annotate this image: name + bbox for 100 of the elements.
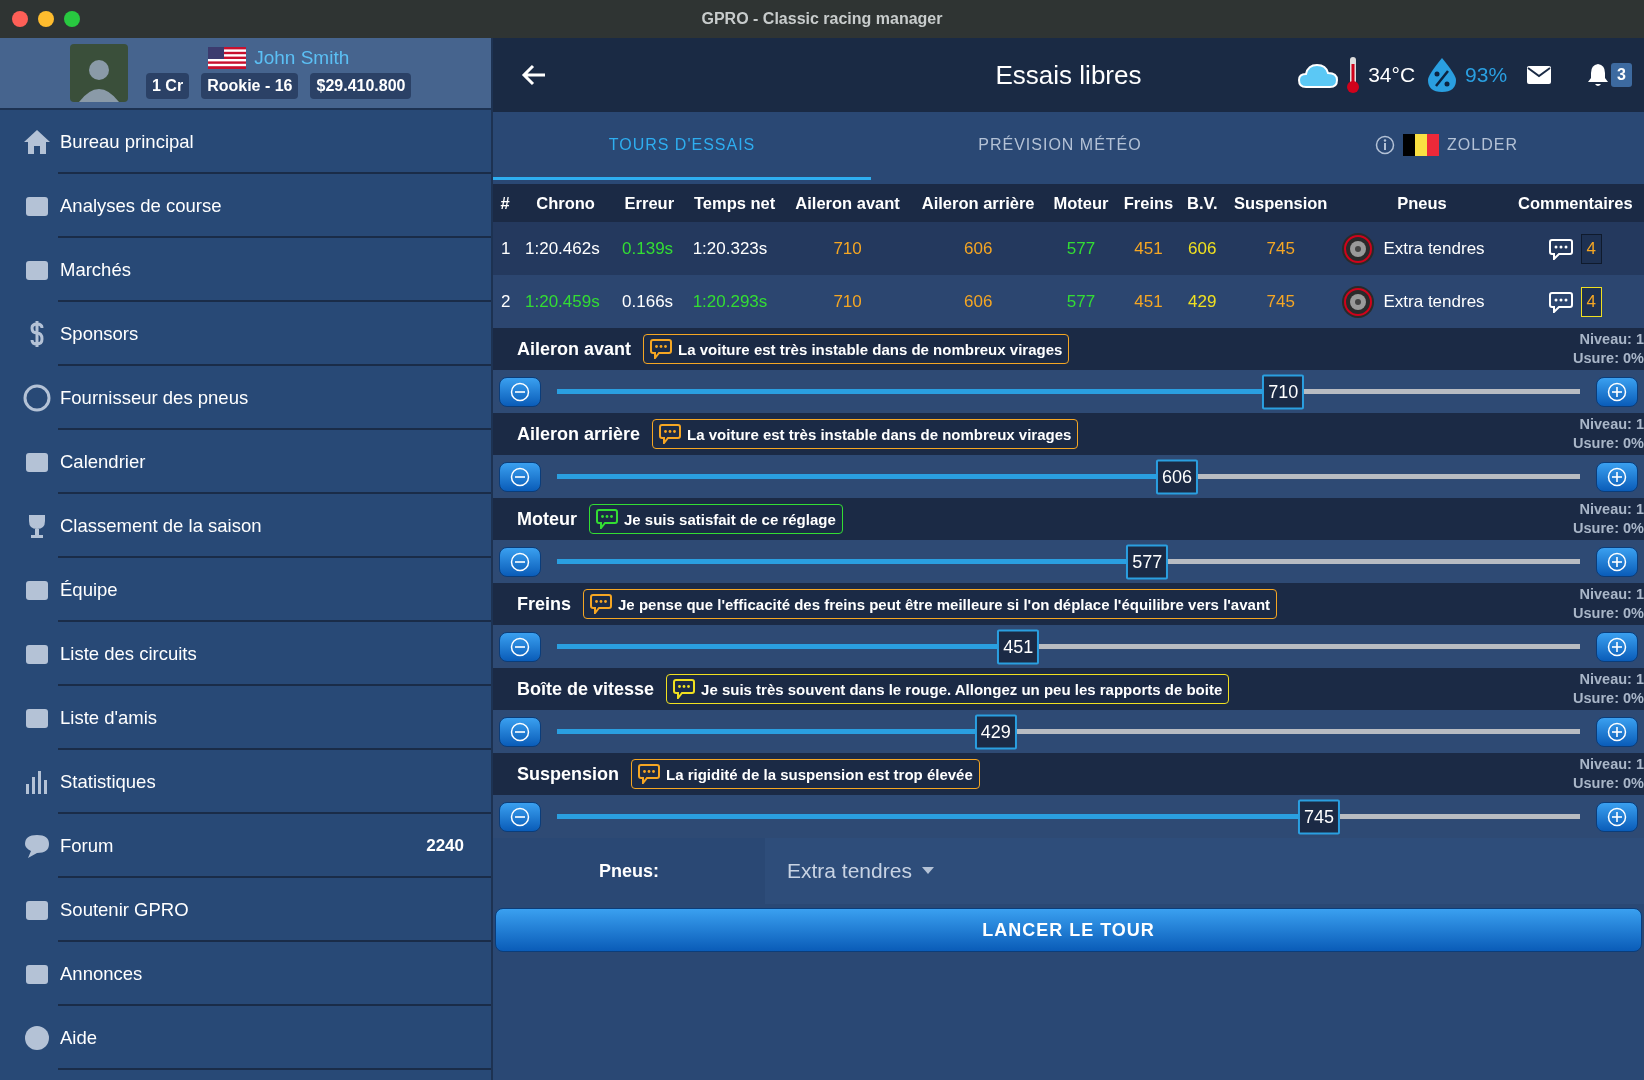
window-title: GPRO - Classic racing manager [701,10,943,28]
sidebar-item[interactable]: Liste d'amis [0,686,491,750]
table-cell: 0.139s [622,238,674,258]
plus-icon [1607,806,1627,827]
back-arrow-icon[interactable] [521,64,547,86]
minus-icon [510,636,530,657]
table-cell: 710 [833,238,862,258]
column-header: B.V. [1180,184,1224,222]
mail-icon[interactable] [1527,66,1552,84]
humidity: 93% [1465,63,1508,87]
plus-button[interactable] [1596,461,1638,492]
table-cell: 1:20.293s [692,291,768,311]
speech-bubble-icon [638,764,660,784]
plus-button[interactable] [1596,631,1638,662]
bell-icon[interactable] [1587,63,1610,87]
tab[interactable]: PRÉVISION MÉTÉO [871,112,1249,180]
tyre-name: Extra tendres [1383,291,1485,312]
plus-icon [1607,636,1627,657]
sidebar-item[interactable]: Calendrier [0,430,491,494]
humidity-drop-icon [1427,57,1458,93]
post-count: 2240 [426,836,464,856]
info-icon [1375,134,1396,155]
sidebar-item[interactable]: Marchés [0,238,491,302]
sidebar-item[interactable]: Classement de la saison [0,494,491,558]
column-header: Pneus [1337,184,1507,222]
comment-count[interactable]: 4 [1580,286,1603,317]
table-cell: 0.166s [622,291,674,311]
plus-icon [1607,381,1627,402]
table-cell: 577 [1066,291,1096,311]
minimize-button[interactable] [38,11,54,27]
speech-bubble-icon[interactable] [1548,290,1573,313]
tab[interactable]: TOURS D'ESSAIS [493,112,871,180]
flag-icon [1403,133,1440,156]
level-label: Niveau: 1 [1579,415,1644,434]
sidebar-item[interactable]: Bureau principal [0,110,491,174]
sidebar-item[interactable]: Fournisseur des pneus [0,366,491,430]
sidebar-item[interactable]: Aide [0,1006,491,1070]
minus-button[interactable] [499,546,541,577]
wear-label: Usure: 0% [1573,774,1644,793]
speech-bubble-icon [673,679,696,699]
plus-button[interactable] [1596,376,1638,407]
table-cell: 710 [833,291,862,311]
tyre-dropdown[interactable]: Extra tendres [765,838,1644,904]
close-button[interactable] [12,11,28,27]
driver-comment: La voiture est très instable dans de nombreux virages [643,334,1070,364]
minus-button[interactable] [499,376,541,407]
sidebar-item[interactable]: Liste des circuits [0,622,491,686]
column-header: # [493,184,518,222]
sidebar-item[interactable]: Statistiques [0,750,491,814]
plus-button[interactable] [1596,801,1638,832]
sidebar-item[interactable]: Sponsors [0,302,491,366]
column-header: Aileron arrière [910,184,1046,222]
wheel-icon [22,383,52,413]
comment-count[interactable]: 4 [1580,233,1603,264]
slider-value[interactable]: 745 [1298,799,1341,834]
slider-value[interactable]: 577 [1126,544,1169,579]
table-cell: 606 [963,238,993,258]
minus-button[interactable] [499,801,541,832]
sidebar-item[interactable]: Forum 2240 [0,814,491,878]
plus-button[interactable] [1596,716,1638,747]
slider-value[interactable]: 710 [1262,374,1305,409]
minus-button[interactable] [499,461,541,492]
profile-badge: Rookie - 16 [201,73,299,99]
level-label: Niveau: 1 [1579,500,1644,519]
setting-name: Aileron arrière [517,423,641,445]
setting-name: Moteur [517,508,577,530]
minus-button[interactable] [499,716,541,747]
tab[interactable]: ZOLDER [1249,112,1644,180]
plus-button[interactable] [1596,546,1638,577]
column-header: Commentaires [1506,184,1644,222]
profile-badge: $29.410.800 [310,73,412,99]
speech-bubble-icon[interactable] [1548,237,1573,260]
level-label: Niveau: 1 [1579,330,1644,349]
column-header: Aileron avant [784,184,911,222]
table-cell: 451 [1134,291,1163,311]
tyre-icon [1341,284,1376,319]
zoom-button[interactable] [64,11,80,27]
driver-comment: Je suis satisfait de ce réglage [589,504,843,534]
wear-label: Usure: 0% [1573,349,1644,368]
plus-icon [1607,721,1627,742]
table-cell: 577 [1066,238,1096,258]
sidebar-item[interactable]: Équipe [0,558,491,622]
driver-comment: La rigidité de la suspension est trop élevée [631,759,980,789]
cloud-icon [1298,62,1339,88]
setting-name: Aileron avant [517,338,632,360]
minus-icon [510,551,530,572]
page-title: Essais libres [995,59,1142,91]
slider-value[interactable]: 451 [997,629,1040,664]
table-cell: 2 [501,291,511,311]
slider-value[interactable]: 606 [1155,459,1198,494]
sidebar-item[interactable]: Annonces [0,942,491,1006]
slider-value[interactable]: 429 [974,714,1017,749]
minus-button[interactable] [499,631,541,662]
house-icon [22,127,52,157]
wear-label: Usure: 0% [1573,519,1644,538]
sidebar-item[interactable]: Soutenir GPRO [0,878,491,942]
launch-lap-button[interactable]: LANCER LE TOUR [495,908,1642,952]
wear-label: Usure: 0% [1573,604,1644,623]
sidebar-item[interactable]: Analyses de course [0,174,491,238]
caret-icon [921,867,934,875]
